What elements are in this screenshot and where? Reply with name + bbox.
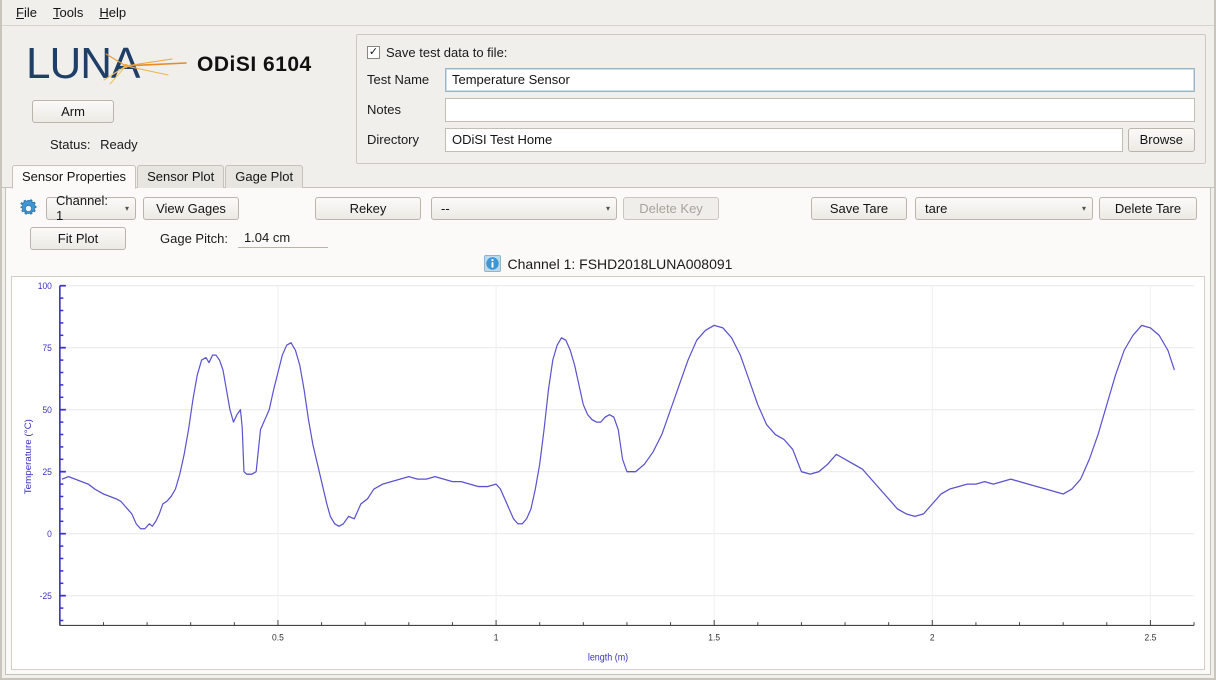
- gage-pitch-label: Gage Pitch:: [160, 230, 228, 246]
- tare-combo[interactable]: tare ▾: [915, 196, 1093, 220]
- key-combo[interactable]: -- ▾: [431, 196, 617, 220]
- application-window: File Tools Help LUNA ODiSI 6104 Arm Stat…: [0, 0, 1216, 680]
- delete-key-button: Delete Key: [623, 196, 719, 220]
- test-name-row: Test Name: [367, 67, 1195, 92]
- chart-header: Channel 1: FSHD2018LUNA008091: [6, 251, 1210, 276]
- plot-svg: -25 0 25 50 75 100 0.5 1 1.5 2 2.5 length (m) Temp…: [22, 281, 1195, 662]
- channel-combo[interactable]: Channel: 1 ▾: [46, 193, 136, 223]
- svg-text:2: 2: [930, 632, 935, 642]
- tare-combo-value: tare: [925, 200, 948, 216]
- save-test-data-checkbox[interactable]: ✓: [367, 45, 380, 59]
- gage-pitch-value: 1.04 cm: [237, 229, 328, 248]
- chevron-down-icon: ▾: [1081, 203, 1086, 213]
- tab-strip: Sensor Properties Sensor Plot Gage Plot: [2, 165, 1214, 189]
- svg-text:1.5: 1.5: [708, 632, 720, 642]
- delete-tare-button[interactable]: Delete Tare: [1099, 196, 1197, 220]
- view-gages-button[interactable]: View Gages: [143, 196, 239, 220]
- directory-input[interactable]: [445, 127, 1123, 152]
- browse-button[interactable]: Browse: [1127, 127, 1195, 152]
- notes-label: Notes: [367, 102, 401, 117]
- plot-gridlines: [59, 285, 1195, 626]
- svg-text:50: 50: [42, 405, 51, 415]
- menu-tools[interactable]: Tools: [45, 2, 91, 23]
- svg-text:1: 1: [494, 632, 499, 642]
- tab-gage-plot[interactable]: Gage Plot: [225, 165, 304, 188]
- plot-tick-labels: -25 0 25 50 75 100 0.5 1 1.5 2 2.5: [38, 281, 1157, 643]
- tab-sensor-plot[interactable]: Sensor Plot: [137, 165, 225, 188]
- chevron-down-icon: ▾: [605, 203, 610, 213]
- svg-text:-25: -25: [40, 591, 52, 601]
- toolbar-row-1: Channel: 1 ▾ View Gages Rekey -- ▾ Delet…: [6, 188, 1210, 223]
- menu-file-rest: ile: [23, 5, 37, 20]
- svg-text:0: 0: [47, 529, 52, 539]
- menu-file[interactable]: File: [8, 2, 45, 23]
- plot-data-line: [61, 324, 1175, 530]
- tab-sensor-properties[interactable]: Sensor Properties: [12, 165, 137, 189]
- status-row: Status: Ready: [50, 137, 346, 152]
- fit-plot-button[interactable]: Fit Plot: [30, 226, 126, 250]
- status-value: Ready: [100, 137, 138, 152]
- save-tare-button[interactable]: Save Tare: [811, 196, 907, 220]
- svg-text:100: 100: [38, 281, 52, 291]
- directory-row: Directory Browse: [367, 127, 1195, 152]
- svg-text:75: 75: [42, 343, 51, 353]
- plot-x-axis-label: length (m): [588, 651, 628, 662]
- info-icon: [483, 255, 501, 272]
- branding-column: LUNA ODiSI 6104 Arm Status: Ready: [10, 32, 346, 164]
- channel-combo-value: Channel: 1: [56, 193, 109, 223]
- menu-help-mnemonic: H: [99, 5, 109, 20]
- menu-tools-rest: ools: [59, 5, 84, 20]
- menu-file-mnemonic: F: [16, 5, 24, 20]
- save-checkbox-row[interactable]: ✓ Save test data to file:: [367, 42, 1195, 62]
- gear-icon[interactable]: [16, 196, 40, 220]
- save-test-data-label: Save test data to file:: [386, 44, 508, 60]
- chart-title-text: Channel 1: FSHD2018LUNA008091: [507, 255, 733, 272]
- notes-row: Notes: [367, 97, 1195, 122]
- chevron-down-icon: ▾: [124, 203, 129, 213]
- save-test-data-panel: ✓ Save test data to file: Test Name Note…: [356, 34, 1206, 164]
- notes-input[interactable]: [445, 97, 1195, 122]
- directory-label: Directory: [367, 132, 420, 147]
- luna-logo: LUNA: [26, 42, 187, 88]
- arm-button[interactable]: Arm: [32, 100, 114, 123]
- menu-help[interactable]: Help: [91, 2, 134, 23]
- sensor-plot[interactable]: -25 0 25 50 75 100 0.5 1 1.5 2 2.5 length (m) Temp…: [11, 276, 1205, 670]
- test-name-label: Test Name: [367, 72, 430, 87]
- svg-text:2.5: 2.5: [1145, 632, 1157, 642]
- sensor-properties-panel: Channel: 1 ▾ View Gages Rekey -- ▾ Delet…: [5, 188, 1211, 675]
- status-label: Status:: [50, 137, 91, 152]
- toolbar-row-2: Fit Plot Gage Pitch: 1.04 cm: [6, 222, 1210, 251]
- plot-axes: [59, 284, 1195, 626]
- svg-text:25: 25: [42, 467, 51, 477]
- menu-help-rest: elp: [108, 5, 127, 20]
- logo-row: LUNA ODiSI 6104: [26, 40, 346, 90]
- rekey-button[interactable]: Rekey: [315, 196, 421, 220]
- svg-text:0.5: 0.5: [272, 632, 284, 642]
- header-region: LUNA ODiSI 6104 Arm Status: Ready ✓ Save…: [2, 26, 1214, 166]
- plot-y-axis-label: Temperature (°C): [22, 419, 33, 494]
- menu-bar: File Tools Help: [2, 0, 1214, 26]
- product-name: ODiSI 6104: [197, 53, 312, 76]
- key-combo-value: --: [441, 200, 450, 216]
- test-name-input[interactable]: [445, 67, 1195, 92]
